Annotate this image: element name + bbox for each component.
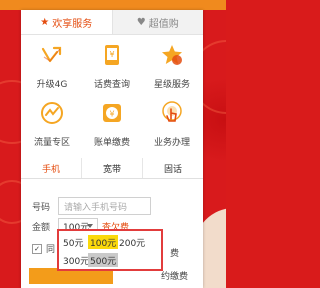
amount-dropdown: 50元 100元 200元 300元 500元: [57, 229, 163, 271]
right-text-2: 约缴费: [161, 272, 189, 282]
tab-service-label: 欢享服务: [52, 18, 93, 30]
grid-item-bill-pay[interactable]: ¥ 账单缴费: [82, 101, 142, 148]
amount-option-200[interactable]: 200元: [117, 235, 147, 249]
star-service-icon: [162, 45, 182, 65]
agree-row: ✓ 同: [32, 242, 55, 255]
tab-broadband[interactable]: 宽带: [82, 158, 143, 178]
grid-label: 账单缴费: [93, 138, 130, 148]
tab-service[interactable]: ★ 欢享服务: [21, 10, 113, 34]
star-icon: ★: [40, 16, 50, 28]
grid-label: 业务办理: [153, 138, 190, 148]
grid-item-business[interactable]: 业务办理: [142, 101, 202, 148]
svg-text:¥: ¥: [109, 50, 114, 59]
phone-label: 号码: [32, 202, 51, 213]
grid-item-data-traffic[interactable]: 流量专区: [22, 101, 82, 148]
amount-option-500[interactable]: 500元: [88, 253, 119, 267]
recharge-type-tabs: 手机 宽带 固话: [21, 158, 203, 179]
heart-icon: ♥: [136, 16, 146, 28]
top-orange-strip: [0, 0, 226, 10]
grid-label: 升级4G: [36, 80, 68, 90]
phone-4g-icon: [41, 46, 62, 63]
phone-input[interactable]: 请输入手机号码: [58, 197, 152, 215]
tab-mobile[interactable]: 手机: [21, 158, 82, 178]
agree-text: 同: [46, 245, 56, 255]
tab-shop-label: 超值购: [148, 18, 179, 30]
amount-option-300[interactable]: 300元: [61, 253, 91, 267]
amount-label: 金额: [32, 222, 51, 233]
grid-label: 星级服务: [153, 80, 190, 90]
grid-item-upgrade-4g[interactable]: 升级4G: [22, 43, 82, 90]
grid-label: 流量专区: [33, 138, 70, 148]
phone-row: 号码 请输入手机号码: [32, 197, 152, 215]
data-traffic-icon: [41, 102, 63, 124]
top-tabs: ★ 欢享服务 ♥ 超值购: [21, 10, 203, 35]
svg-text:¥: ¥: [109, 110, 114, 119]
agree-checkbox[interactable]: ✓: [32, 243, 42, 254]
grid-item-star-service[interactable]: 星级服务: [142, 43, 202, 90]
grid-label: 话费查询: [93, 80, 130, 90]
grid-item-bill-query[interactable]: ¥ 话费查询: [82, 43, 142, 90]
tab-fixed-line[interactable]: 固话: [143, 158, 203, 178]
right-text-1: 费: [170, 249, 180, 259]
service-grid: 升级4G ¥ 话费查询 星级服务 流量专区 ¥ 账单缴费 业务办理: [21, 35, 203, 159]
touch-business-icon: [162, 101, 182, 122]
chevron-down-icon: [87, 224, 94, 228]
amount-option-100[interactable]: 100元: [88, 235, 119, 249]
bill-pay-icon: ¥: [103, 104, 121, 122]
tab-shop[interactable]: ♥ 超值购: [112, 10, 203, 34]
amount-option-50[interactable]: 50元: [61, 235, 85, 249]
phone-bill-icon: ¥: [105, 45, 119, 65]
